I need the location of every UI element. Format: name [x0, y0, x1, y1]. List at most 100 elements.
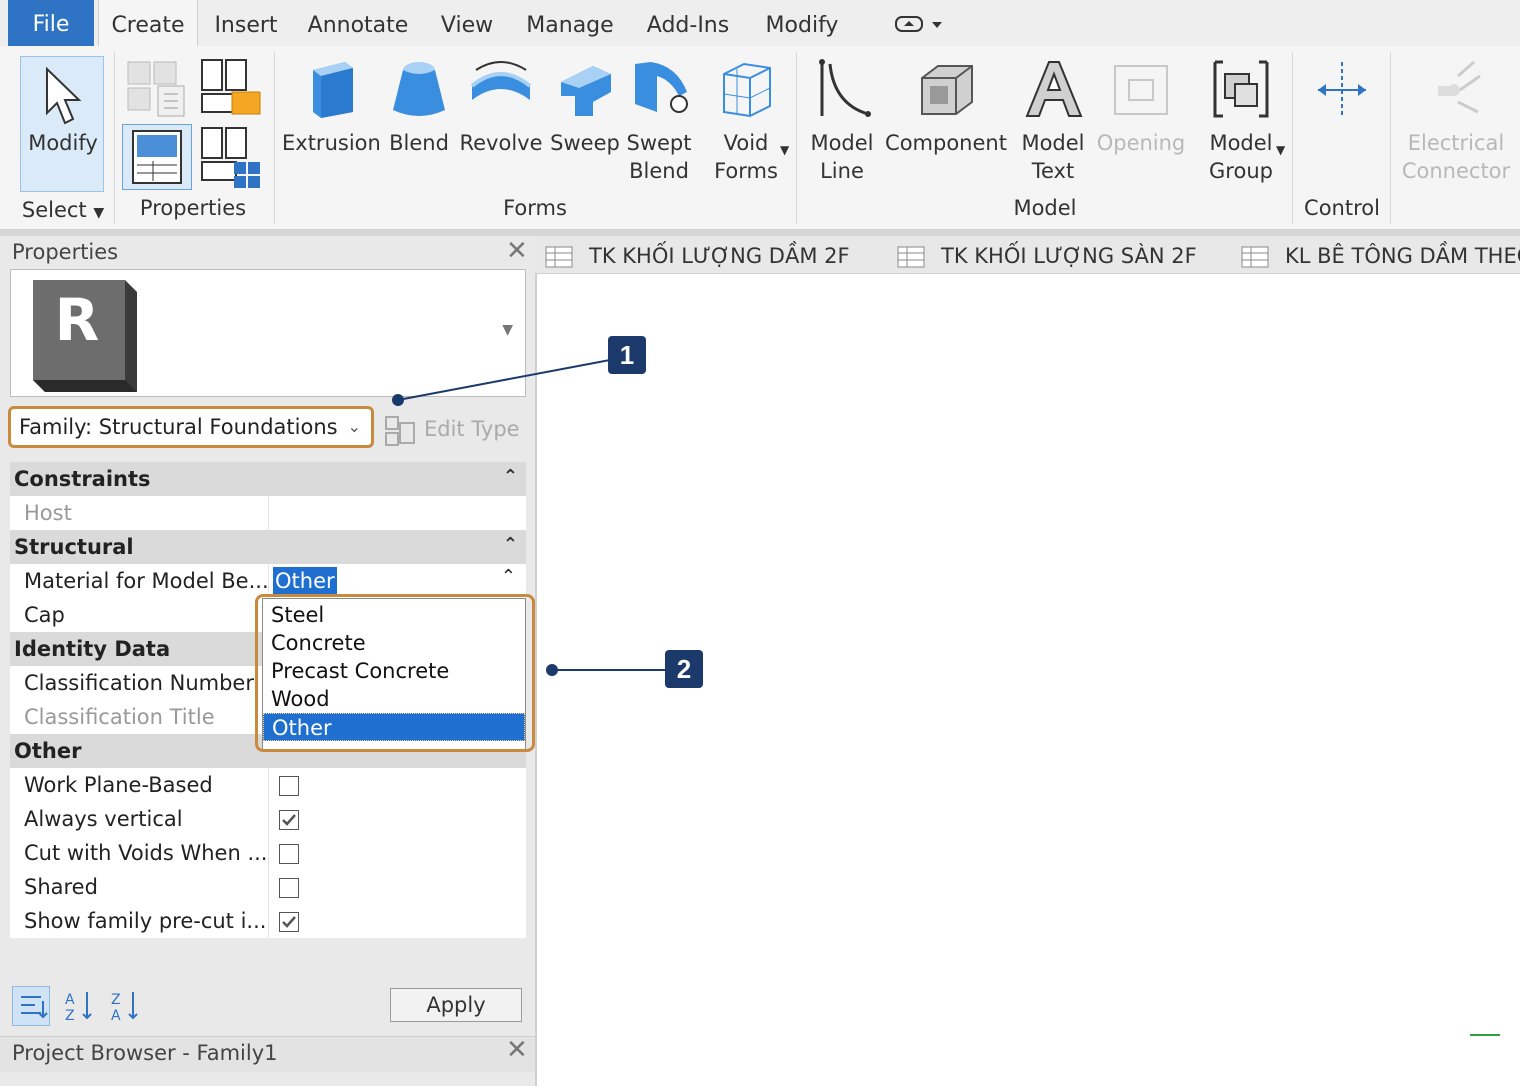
revolve-label: Revolve: [459, 131, 543, 155]
sort-ascending-icon[interactable]: AZ: [60, 986, 98, 1026]
group-label: Constraints: [14, 467, 151, 491]
select-label: Select: [21, 198, 87, 222]
edit-type-button[interactable]: Edit Type: [382, 411, 527, 447]
model-group-button[interactable]: Model Group ▼: [1196, 56, 1286, 185]
dropdown-highlight-box: [255, 594, 535, 752]
revolve-button[interactable]: Revolve: [458, 56, 544, 157]
callout-badge-2: 2: [665, 650, 703, 688]
chevron-up-icon[interactable]: ⌃: [501, 566, 516, 587]
swept-blend-button[interactable]: Swept Blend: [624, 56, 694, 185]
svg-text:A: A: [111, 1008, 121, 1024]
quick-access-dropdown-icon[interactable]: [894, 12, 944, 36]
categorize-icon[interactable]: [12, 986, 50, 1026]
svg-text:Z: Z: [65, 1008, 75, 1024]
model-group-label-1: Model: [1209, 131, 1273, 155]
canvas-corner-mark: [1470, 1034, 1500, 1036]
family-params-icon[interactable]: [198, 124, 264, 190]
tab-annotate[interactable]: Annotate: [300, 0, 416, 46]
group-label: Structural: [14, 535, 134, 559]
family-types-icon[interactable]: [198, 56, 264, 118]
swept-blend-icon: [635, 62, 688, 113]
model-text-label-1: Model: [1021, 131, 1085, 155]
svg-text:Z: Z: [111, 992, 121, 1008]
modify-button[interactable]: Modify: [20, 56, 104, 192]
electrical-connector-button[interactable]: Electrical Connector: [1398, 56, 1514, 185]
sort-descending-icon[interactable]: ZA: [106, 986, 144, 1026]
model-text-icon: [1025, 61, 1083, 117]
menu-bar: File Create Insert Annotate View Manage …: [0, 0, 1520, 46]
close-icon[interactable]: ✕: [506, 236, 528, 266]
electrical-connector-icon: [1438, 60, 1481, 114]
material-dropdown[interactable]: Other ⌃: [268, 564, 526, 598]
cursor-arrow-icon: [46, 67, 82, 125]
family-category-icon[interactable]: [124, 56, 190, 118]
void-forms-label-2: Forms: [714, 159, 778, 183]
component-button[interactable]: Component: [884, 56, 1008, 157]
work-plane-checkbox[interactable]: [279, 776, 299, 796]
opening-button[interactable]: Opening: [1096, 56, 1186, 157]
schedule-grid-icon: [897, 246, 925, 268]
opening-icon: [1114, 65, 1168, 115]
properties-toolbar: AZ ZA Apply: [0, 976, 535, 1032]
group-structural[interactable]: Structural ⌃: [10, 530, 526, 564]
group-constraints[interactable]: Constraints ⌃: [10, 462, 526, 496]
material-selected-value: Other: [273, 567, 337, 595]
revit-logo-icon: R: [33, 280, 137, 392]
callout-1-leader: [392, 359, 611, 406]
row-label: Always vertical: [24, 807, 183, 831]
tab-manage[interactable]: Manage: [518, 0, 622, 46]
project-browser-title: Project Browser - Family1: [12, 1041, 278, 1065]
swept-blend-label-1: Swept: [626, 131, 692, 155]
separator: [1390, 52, 1391, 224]
select-dropdown[interactable]: Select ▼: [18, 196, 108, 227]
show-precut-checkbox[interactable]: [279, 912, 299, 932]
model-panel-title: Model: [1013, 196, 1077, 220]
model-line-icon: [819, 59, 871, 117]
electrical-label-1: Electrical: [1407, 131, 1505, 155]
sweep-button[interactable]: Sweep: [550, 56, 620, 157]
family-selector-label: Family: Structural Foundations: [19, 415, 338, 439]
component-label: Component: [885, 131, 1007, 155]
svg-text:R: R: [55, 286, 100, 354]
tab-file[interactable]: File: [8, 0, 94, 46]
shared-checkbox[interactable]: [279, 878, 299, 898]
chevron-down-icon: ▼: [93, 205, 105, 221]
collapse-icon[interactable]: ⌃: [503, 534, 518, 555]
row-value: [268, 870, 526, 904]
tab-insert[interactable]: Insert: [208, 0, 284, 46]
model-line-button[interactable]: Model Line: [806, 56, 878, 185]
tab-create[interactable]: Create: [98, 0, 198, 46]
close-icon[interactable]: ✕: [506, 1035, 528, 1065]
schedule-grid-icon: [545, 246, 573, 268]
void-forms-button[interactable]: Void Forms ▼: [704, 56, 790, 185]
sweep-label: Sweep: [550, 131, 620, 155]
view-tab[interactable]: KL BÊ TÔNG DẦM THEO: [1241, 236, 1520, 274]
cut-voids-checkbox[interactable]: [279, 844, 299, 864]
family-selector[interactable]: Family: Structural Foundations ⌄: [8, 406, 374, 448]
row-host: Host: [10, 496, 526, 530]
tab-view[interactable]: View: [432, 0, 502, 46]
apply-button[interactable]: Apply: [390, 988, 522, 1022]
view-tab[interactable]: TK KHỐI LƯỢNG DẦM 2F: [545, 236, 850, 274]
tab-modify[interactable]: Modify: [754, 0, 850, 46]
row-always-vertical: Always vertical: [10, 802, 526, 836]
control-button[interactable]: [1300, 56, 1384, 129]
component-icon: [921, 65, 973, 115]
revolve-icon: [470, 61, 532, 100]
always-vertical-checkbox[interactable]: [279, 810, 299, 830]
model-text-button[interactable]: Model Text: [1016, 56, 1090, 185]
dropdown-arrow-icon: ▼: [780, 143, 790, 157]
view-tab[interactable]: TK KHỐI LƯỢNG SÀN 2F: [897, 236, 1197, 274]
extrusion-button[interactable]: Extrusion: [282, 56, 381, 157]
row-label: Cut with Voids When ...: [24, 841, 268, 865]
callout-2-leader: [546, 664, 666, 676]
tab-add-ins[interactable]: Add-Ins: [636, 0, 740, 46]
row-label: Host: [24, 501, 72, 525]
row-label: Work Plane-Based: [24, 773, 213, 797]
row-work-plane-based: Work Plane-Based: [10, 768, 526, 802]
blend-button[interactable]: Blend: [386, 56, 452, 157]
collapse-icon[interactable]: ⌃: [503, 466, 518, 487]
separator: [1292, 52, 1293, 224]
view-tab-label: TK KHỐI LƯỢNG SÀN 2F: [941, 244, 1197, 268]
properties-toggle-button[interactable]: [122, 124, 192, 190]
